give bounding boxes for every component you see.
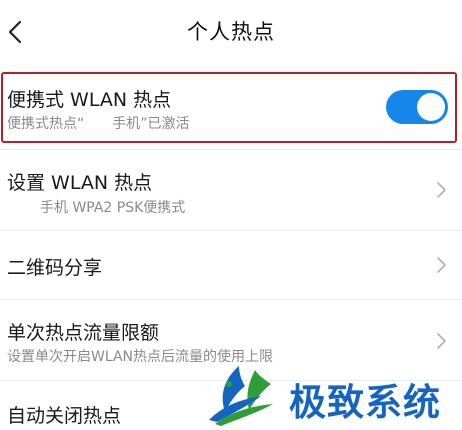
toggle-knob <box>417 93 445 121</box>
page-title: 个人热点 <box>187 20 275 44</box>
qr-share-row[interactable]: 二维码分享 <box>0 231 462 299</box>
chevron-right-icon <box>437 333 446 349</box>
watermark-logo-icon <box>209 366 273 426</box>
header-bar: 个人热点 <box>0 0 462 64</box>
watermark: 极致系统 <box>205 360 462 430</box>
chevron-right-icon <box>437 182 446 198</box>
qr-share-title: 二维码分享 <box>7 257 103 279</box>
setup-hotspot-row[interactable]: 设置 WLAN 热点 手机 WPA2 PSK便携式 <box>0 150 462 230</box>
chevron-right-icon <box>437 257 446 273</box>
portable-hotspot-toggle[interactable] <box>386 90 448 124</box>
auto-close-title: 自动关闭热点 <box>7 405 122 427</box>
personal-hotspot-screen: 个人热点 便携式 WLAN 热点 便携式热点“ 手机”已激活 设置 WLAN 热… <box>0 0 462 430</box>
setup-hotspot-summary: 手机 WPA2 PSK便携式 <box>40 200 186 216</box>
watermark-text: 极致系统 <box>289 381 441 424</box>
data-limit-title: 单次热点流量限额 <box>7 322 160 344</box>
setup-hotspot-title: 设置 WLAN 热点 <box>7 172 153 194</box>
